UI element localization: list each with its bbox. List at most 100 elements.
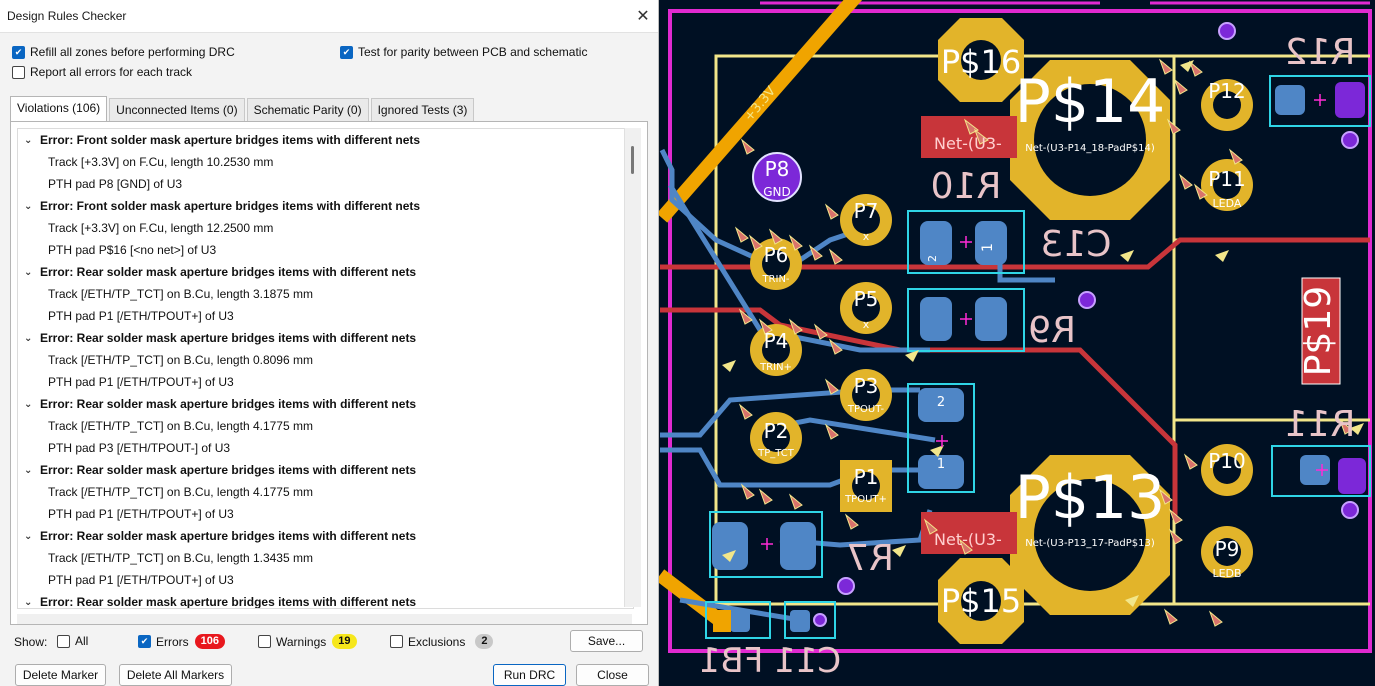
refill-zones-checkbox[interactable]: ✔ — [12, 45, 25, 59]
label-r7: R7 — [846, 538, 894, 579]
show-exclusions-label: Exclusions — [408, 634, 466, 649]
violation-row[interactable]: ⌄ Error: Front solder mask aperture bridg… — [18, 195, 633, 217]
violation-title: Error: Front solder mask aperture bridge… — [40, 199, 421, 213]
label-p7: P7 — [854, 199, 879, 223]
label-p3: P3 — [854, 374, 879, 398]
label-leda: LEDA — [1213, 197, 1242, 210]
delete-marker-button[interactable]: Delete Marker — [15, 664, 106, 686]
report-all-checkbox[interactable] — [12, 65, 25, 79]
label-r9: R9 — [1028, 310, 1076, 351]
violation-item[interactable]: Track [/ETH/TP_TCT] on B.Cu, length 0.80… — [18, 349, 633, 371]
violation-item[interactable]: PTH pad P3 [/ETH/TPOUT-] of U3 — [18, 437, 633, 459]
show-warnings-option[interactable]: Warnings 19 — [258, 634, 357, 649]
label-c13: C13 — [1041, 224, 1112, 265]
delete-all-markers-button[interactable]: Delete All Markers — [119, 664, 232, 686]
show-label: Show: — [14, 635, 48, 649]
violation-item[interactable]: Track [/ETH/TP_TCT] on B.Cu, length 4.17… — [18, 481, 633, 503]
show-errors-option[interactable]: ✔ Errors 106 — [138, 634, 226, 649]
violation-item[interactable]: Track [/ETH/TP_TCT] on B.Cu, length 1.34… — [18, 547, 633, 569]
horizontal-scrollbar[interactable] — [17, 614, 632, 624]
label-p2: P2 — [764, 419, 789, 443]
pcb-canvas[interactable]: P$16 P$14 P$13 P$15 Net-(U3-P14_18-PadP$… — [658, 0, 1375, 686]
chevron-down-icon[interactable]: ⌄ — [24, 399, 34, 410]
test-parity-checkbox[interactable]: ✔ — [340, 45, 353, 59]
chevron-down-icon[interactable]: ⌄ — [24, 465, 34, 476]
label-p19: P$19 — [1298, 286, 1339, 376]
violation-row[interactable]: ⌄ Error: Rear solder mask aperture bridge… — [18, 459, 633, 481]
errors-count-badge: 106 — [194, 634, 226, 649]
label-p4: P4 — [764, 329, 789, 353]
label-p13: P$13 — [1015, 463, 1166, 533]
label-net-p13: Net-(U3-P13_17-PadP$13) — [1025, 538, 1155, 549]
tab-bar: Violations (106) Unconnected Items (0) S… — [10, 96, 476, 122]
show-exclusions-option[interactable]: Exclusions 2 — [390, 634, 494, 649]
pcb-board[interactable]: P$16 P$14 P$13 P$15 Net-(U3-P14_18-PadP$… — [658, 0, 1375, 686]
warnings-count-badge: 19 — [332, 634, 357, 649]
label-r10-pin: 2 — [926, 255, 939, 262]
violation-row[interactable]: ⌄ Error: Rear solder mask aperture bridge… — [18, 591, 633, 609]
scrollbar-thumb[interactable] — [631, 146, 634, 174]
label-r-pin1: 1 — [937, 457, 945, 472]
violation-title: Error: Rear solder mask aperture bridges… — [40, 265, 417, 279]
show-all-option[interactable]: All — [57, 634, 88, 648]
chevron-down-icon[interactable]: ⌄ — [24, 597, 34, 608]
label-r10: R10 — [931, 166, 1002, 207]
violation-row[interactable]: ⌄ Error: Rear solder mask aperture bridge… — [18, 393, 633, 415]
show-all-checkbox[interactable] — [57, 634, 70, 648]
test-parity-option[interactable]: ✔ Test for parity between PCB and schema… — [340, 45, 587, 59]
label-x-p7: x — [863, 230, 870, 243]
violation-item[interactable]: Track [/ETH/TP_TCT] on B.Cu, length 4.17… — [18, 415, 633, 437]
violation-item[interactable]: PTH pad P8 [GND] of U3 — [18, 173, 633, 195]
violations-panel: ⌄ Error: Front solder mask aperture bridg… — [10, 121, 648, 625]
close-icon[interactable]: ✕ — [628, 1, 658, 31]
save-button[interactable]: Save... — [570, 630, 643, 652]
dialog-title: Design Rules Checker — [7, 9, 127, 23]
label-p6: P6 — [764, 243, 789, 267]
chevron-down-icon[interactable]: ⌄ — [24, 333, 34, 344]
violation-row[interactable]: ⌄ Error: Rear solder mask aperture bridge… — [18, 261, 633, 283]
show-warnings-checkbox[interactable] — [258, 635, 271, 648]
drc-dialog: Design Rules Checker ✕ ✔ Refill all zone… — [0, 0, 659, 686]
label-gnd: GND — [763, 185, 791, 199]
violation-row[interactable]: ⌄ Error: Rear solder mask aperture bridge… — [18, 327, 633, 349]
chevron-down-icon[interactable]: ⌄ — [24, 267, 34, 278]
label-net-u3-top: Net-(U3- — [934, 134, 1002, 153]
violation-item[interactable]: PTH pad P1 [/ETH/TPOUT+] of U3 — [18, 503, 633, 525]
chevron-down-icon[interactable]: ⌄ — [24, 201, 34, 212]
violation-row[interactable]: ⌄ Error: Rear solder mask aperture bridge… — [18, 525, 633, 547]
label-trin-minus: TRIN- — [761, 274, 789, 285]
label-p5: P5 — [854, 287, 879, 311]
tab-ignored-tests[interactable]: Ignored Tests (3) — [370, 98, 475, 122]
violations-list[interactable]: ⌄ Error: Front solder mask aperture bridg… — [17, 128, 634, 609]
report-all-option[interactable]: Report all errors for each track — [12, 65, 192, 79]
chevron-down-icon[interactable]: ⌄ — [24, 135, 34, 146]
show-exclusions-checkbox[interactable] — [390, 635, 403, 648]
violation-item[interactable]: PTH pad P1 [/ETH/TPOUT+] of U3 — [18, 569, 633, 591]
vertical-scrollbar[interactable] — [624, 128, 641, 607]
label-p10: P10 — [1208, 449, 1246, 473]
report-all-label: Report all errors for each track — [30, 65, 193, 79]
violation-item[interactable]: PTH pad P1 [/ETH/TPOUT+] of U3 — [18, 305, 633, 327]
violation-title: Error: Rear solder mask aperture bridges… — [40, 529, 417, 543]
show-errors-label: Errors — [156, 634, 189, 649]
chevron-down-icon[interactable]: ⌄ — [24, 531, 34, 542]
violation-row[interactable]: ⌄ Error: Front solder mask aperture bridg… — [18, 129, 633, 151]
close-button[interactable]: Close — [576, 664, 649, 686]
tab-unconnected-items[interactable]: Unconnected Items (0) — [109, 98, 245, 122]
label-p12: P12 — [1208, 79, 1246, 103]
violation-title: Error: Rear solder mask aperture bridges… — [40, 595, 417, 609]
label-p9: P9 — [1215, 537, 1240, 561]
violation-item[interactable]: PTH pad P$16 [<no net>] of U3 — [18, 239, 633, 261]
violation-item[interactable]: Track [+3.3V] on F.Cu, length 10.2530 mm — [18, 151, 633, 173]
show-errors-checkbox[interactable]: ✔ — [138, 635, 151, 648]
violation-item[interactable]: Track [+3.3V] on F.Cu, length 12.2500 mm — [18, 217, 633, 239]
tab-violations[interactable]: Violations (106) — [10, 96, 108, 122]
violation-item[interactable]: PTH pad P1 [/ETH/TPOUT+] of U3 — [18, 371, 633, 393]
refill-zones-label: Refill all zones before performing DRC — [30, 45, 235, 59]
label-net-u3-bottom: Net-(U3- — [934, 530, 1002, 549]
refill-zones-option[interactable]: ✔ Refill all zones before performing DRC — [12, 45, 235, 59]
run-drc-button[interactable]: Run DRC — [493, 664, 566, 686]
violation-item[interactable]: Track [/ETH/TP_TCT] on B.Cu, length 3.18… — [18, 283, 633, 305]
tab-schematic-parity[interactable]: Schematic Parity (0) — [246, 98, 369, 122]
violation-title: Error: Rear solder mask aperture bridges… — [40, 397, 417, 411]
